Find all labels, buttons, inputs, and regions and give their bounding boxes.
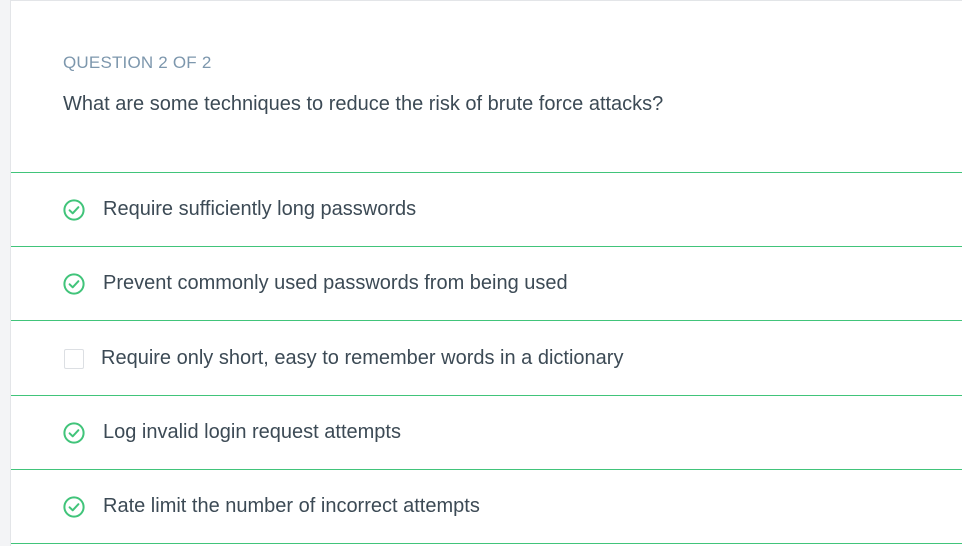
empty-checkbox-icon[interactable] <box>64 348 84 369</box>
answer-option-2[interactable]: Prevent commonly used passwords from bei… <box>11 246 962 321</box>
answer-option-3[interactable]: Require only short, easy to remember wor… <box>11 321 962 396</box>
answer-option-label: Rate limit the number of incorrect attem… <box>103 495 480 517</box>
answer-option-label: Prevent commonly used passwords from bei… <box>103 272 568 294</box>
check-circle-icon <box>63 272 85 295</box>
answer-option-1[interactable]: Require sufficiently long passwords <box>11 172 962 247</box>
check-circle-icon <box>63 421 85 444</box>
question-counter: QUESTION 2 OF 2 <box>63 53 212 72</box>
answer-options: Require sufficiently long passwords Prev… <box>11 172 962 544</box>
answer-option-4[interactable]: Log invalid login request attempts <box>11 395 962 470</box>
answer-option-5[interactable]: Rate limit the number of incorrect attem… <box>11 469 962 544</box>
answer-option-label: Log invalid login request attempts <box>103 421 401 443</box>
check-circle-icon <box>63 198 85 221</box>
quiz-card: QUESTION 2 OF 2 What are some techniques… <box>10 0 962 546</box>
question-prompt: What are some techniques to reduce the r… <box>63 93 664 115</box>
answer-option-label: Require sufficiently long passwords <box>103 198 417 220</box>
check-circle-icon <box>63 495 85 518</box>
answer-option-label: Require only short, easy to remember wor… <box>101 347 624 369</box>
